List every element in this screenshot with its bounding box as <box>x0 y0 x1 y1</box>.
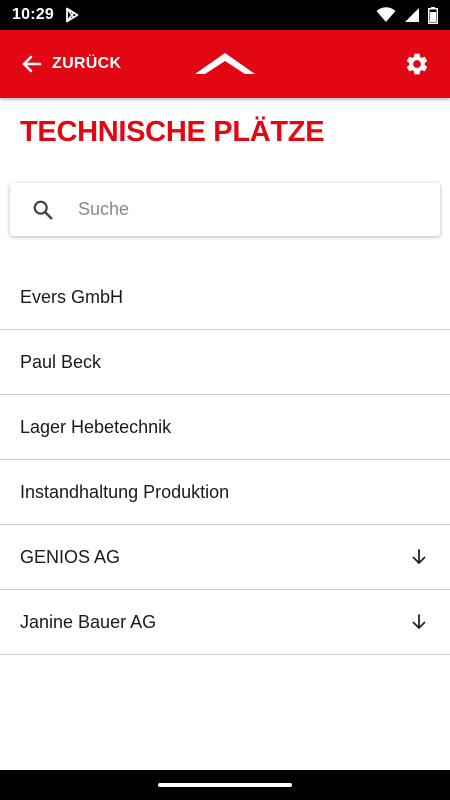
arrow-down-icon[interactable] <box>410 613 428 631</box>
status-bar: 10:29 <box>0 0 450 30</box>
list-item[interactable]: Evers GmbH <box>0 265 450 330</box>
list-item-label: Evers GmbH <box>20 286 124 307</box>
status-right <box>376 6 438 24</box>
cellular-signal-icon <box>405 8 419 22</box>
list-item[interactable]: GENIOS AG <box>0 525 450 590</box>
search-input[interactable] <box>78 183 418 236</box>
page-title: TECHNISCHE PLÄTZE <box>20 116 325 148</box>
list-item-label: Lager Hebetechnik <box>20 416 172 437</box>
search-icon <box>33 200 53 220</box>
settings-button[interactable] <box>404 51 430 82</box>
list-item[interactable]: Instandhaltung Produktion <box>0 460 450 525</box>
app-bar: ZURÜCK <box>0 30 450 98</box>
system-navigation-bar <box>0 770 450 800</box>
arrow-left-icon <box>22 55 42 73</box>
home-gesture-handle[interactable] <box>158 783 292 787</box>
play-store-icon <box>66 7 79 23</box>
back-label: ZURÜCK <box>52 55 122 72</box>
arrow-down-icon[interactable] <box>410 548 428 566</box>
technical-places-list: Evers GmbH Paul Beck Lager Hebetechnik I… <box>0 265 450 655</box>
status-time: 10:29 <box>12 6 54 23</box>
list-item[interactable]: Janine Bauer AG <box>0 590 450 655</box>
wifi-icon <box>376 7 396 22</box>
list-item-label: GENIOS AG <box>20 546 121 567</box>
status-left: 10:29 <box>12 6 80 24</box>
list-item-label: Janine Bauer AG <box>20 611 157 632</box>
roof-logo-icon <box>194 50 256 81</box>
list-item[interactable]: Lager Hebetechnik <box>0 395 450 460</box>
list-item-label: Instandhaltung Produktion <box>20 481 230 502</box>
gear-icon <box>406 53 428 75</box>
battery-icon <box>428 6 438 24</box>
search-box[interactable] <box>10 183 440 236</box>
list-item[interactable]: Paul Beck <box>0 330 450 395</box>
list-item-label: Paul Beck <box>20 351 102 372</box>
back-button[interactable]: ZURÜCK <box>20 30 121 98</box>
